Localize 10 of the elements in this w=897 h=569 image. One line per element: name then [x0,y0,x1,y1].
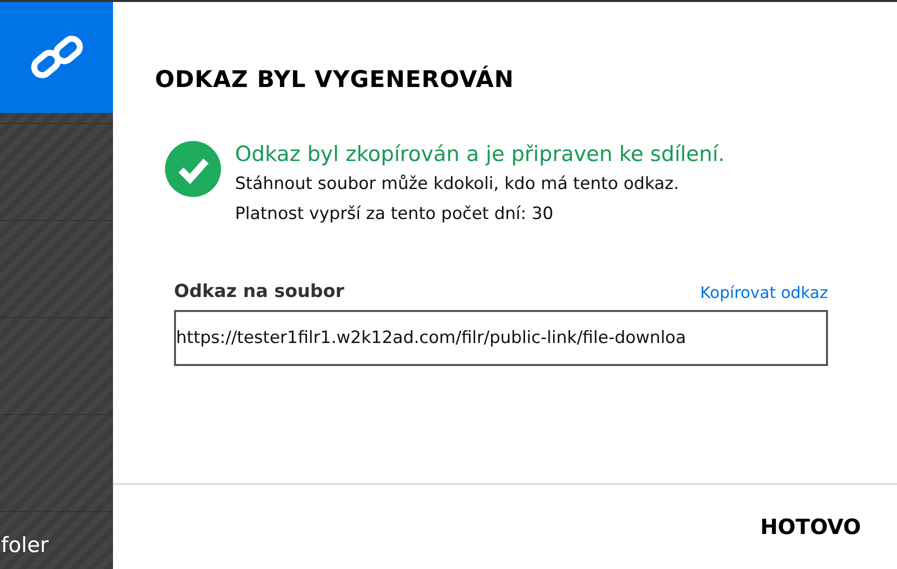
success-message: Odkaz byl zkopírován a je připraven ke sdílení. [235,141,725,168]
success-check-icon [165,141,221,197]
field-label: Odkaz na soubor [174,281,344,302]
done-button[interactable]: HOTOVO [756,511,865,543]
dialog-title: ODKAZ BYL VYGENEROVÁN [155,67,515,93]
copy-link[interactable]: Kopírovat odkaz [700,283,828,302]
info-text: Platnost vyprší za tento počet dní: 30 [235,203,554,226]
sidebar-item[interactable]: foler [1,533,49,557]
info-text: Stáhnout soubor může kdokoli, kdo má tento odkaz. [235,173,680,196]
link-field[interactable]: https://tester1filr1.w2k12ad.com/filr/public-link/file-downloa [174,310,828,366]
